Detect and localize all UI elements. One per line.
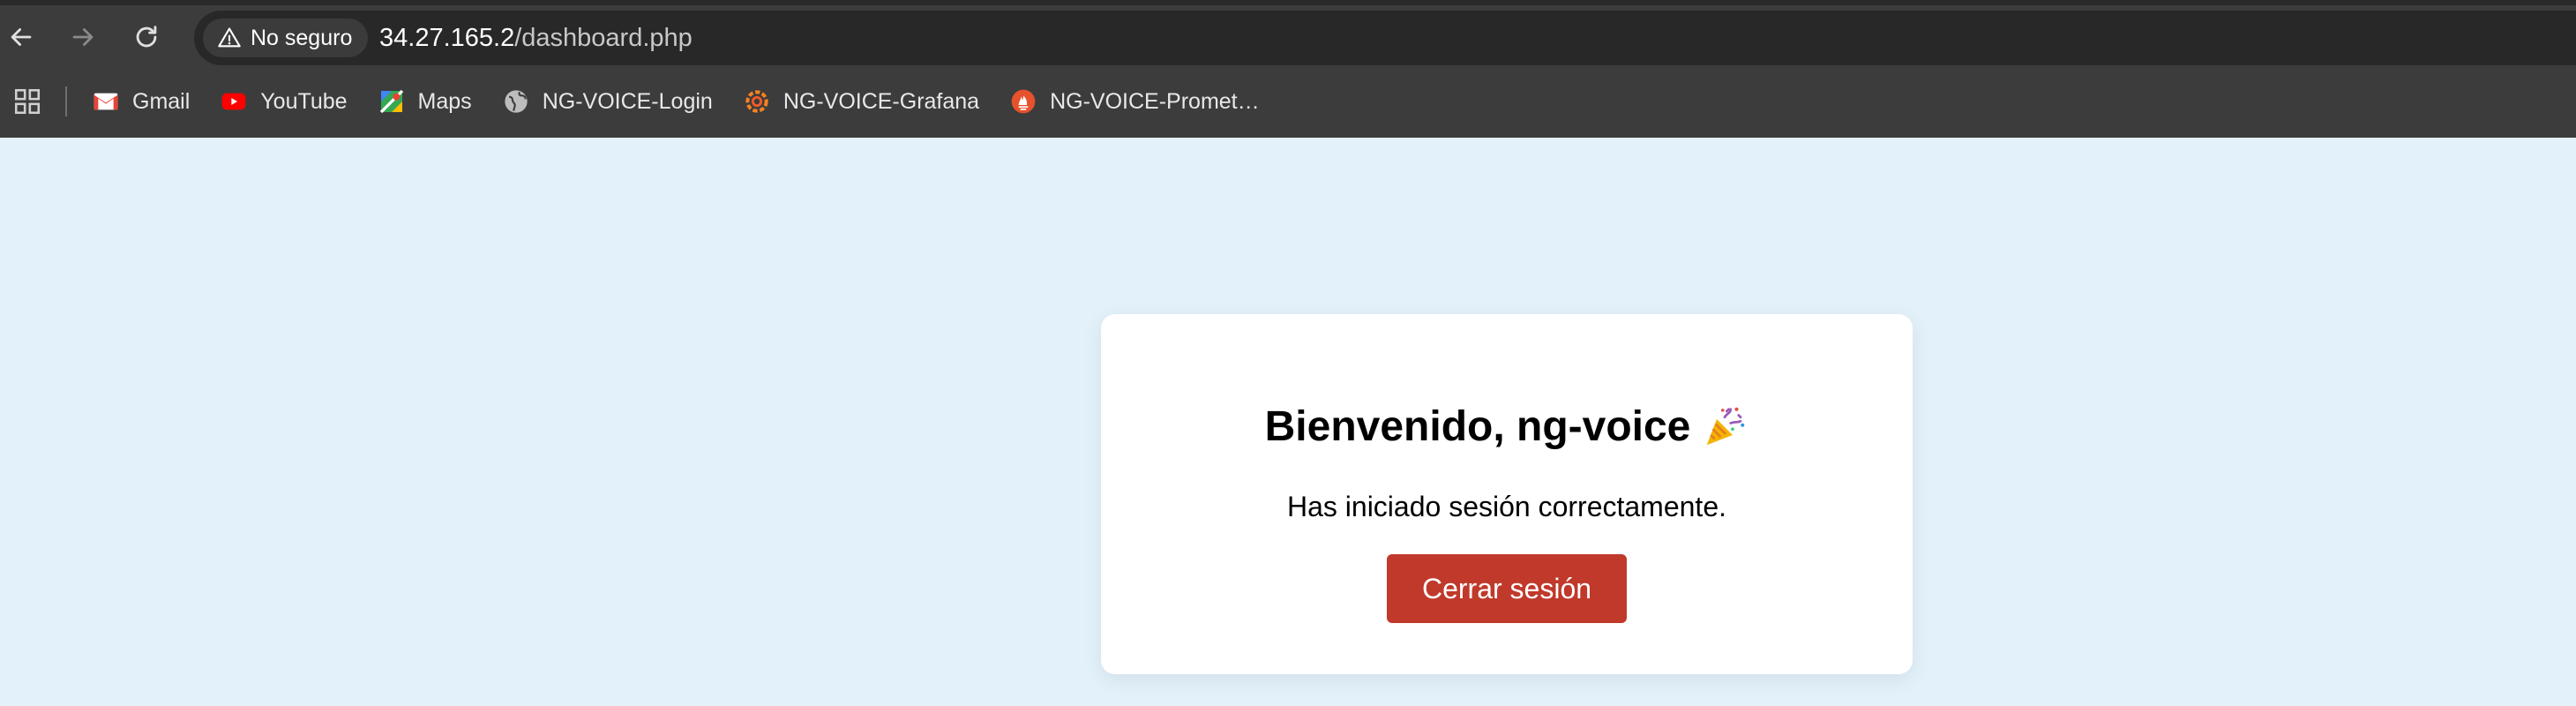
welcome-heading: Bienvenido, ng-voice xyxy=(1101,402,1913,451)
warning-icon xyxy=(218,27,241,48)
bookmarks-divider xyxy=(65,86,67,116)
url-host: 34.27.165.2 xyxy=(379,24,515,52)
security-label: No seguro xyxy=(251,25,353,50)
bookmark-label: Maps xyxy=(417,88,472,114)
success-message: Has iniciado sesión correctamente. xyxy=(1286,491,1726,522)
apps-grid-icon[interactable] xyxy=(12,86,42,116)
welcome-card: Bienvenido, ng-voice Has iniciado sesión… xyxy=(1101,314,1913,674)
browser-toolbar: No seguro 34.27.165.2/dashboard.php xyxy=(0,0,2576,65)
arrow-right-icon xyxy=(72,28,94,46)
bookmark-ng-voice-login[interactable]: NG-VOICE-Login xyxy=(502,77,725,126)
bookmark-label: NG-VOICE-Promet… xyxy=(1050,88,1260,114)
grafana-icon xyxy=(745,90,768,113)
prometheus-icon xyxy=(1011,89,1036,114)
bookmark-youtube[interactable]: YouTube xyxy=(220,77,359,126)
globe-icon xyxy=(505,90,528,113)
bookmark-label: NG-VOICE-Login xyxy=(542,88,713,114)
forward-button[interactable] xyxy=(64,18,102,56)
reload-icon xyxy=(136,26,157,48)
bookmark-label: Gmail xyxy=(132,88,191,114)
bookmark-gmail[interactable]: Gmail xyxy=(92,77,202,126)
url-path: /dashboard.php xyxy=(514,24,693,52)
bookmark-label: NG-VOICE-Grafana xyxy=(783,88,980,114)
welcome-title: Bienvenido, ng-voice xyxy=(1264,403,1691,450)
logout-button[interactable]: Cerrar sesión xyxy=(1387,554,1627,623)
bookmark-label: YouTube xyxy=(260,88,348,114)
back-button[interactable] xyxy=(2,18,41,56)
bookmark-maps[interactable]: Maps xyxy=(378,77,484,126)
security-indicator[interactable]: No seguro xyxy=(203,19,369,57)
bookmark-ng-voice-prometheus[interactable]: NG-VOICE-Promet… xyxy=(1009,77,1272,126)
maps-icon xyxy=(379,89,403,114)
gmail-icon xyxy=(94,93,118,110)
bookmarks-bar: Gmail YouTube Maps NG-VOICE-Login NG-VOI… xyxy=(0,65,2576,138)
youtube-icon xyxy=(221,93,246,110)
arrow-left-icon xyxy=(11,28,32,46)
bookmark-ng-voice-grafana[interactable]: NG-VOICE-Grafana xyxy=(743,77,992,126)
reload-button[interactable] xyxy=(127,18,166,56)
url-text[interactable]: 34.27.165.2/dashboard.php xyxy=(379,11,693,65)
address-bar[interactable]: No seguro 34.27.165.2/dashboard.php xyxy=(194,11,2576,65)
party-popper-icon xyxy=(1707,407,1745,445)
